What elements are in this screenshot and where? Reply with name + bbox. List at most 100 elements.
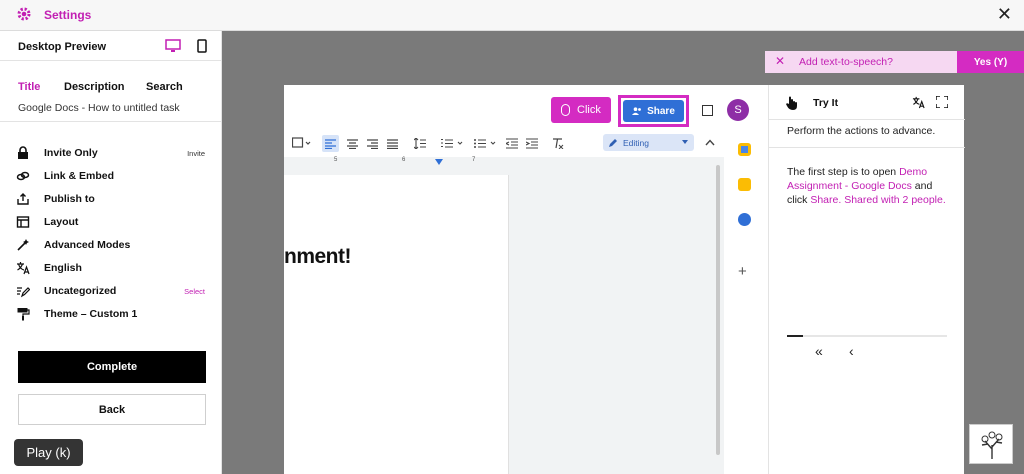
- menu-item-layout[interactable]: Layout: [0, 213, 222, 231]
- increase-indent-icon[interactable]: [526, 138, 538, 149]
- close-icon[interactable]: ✕: [997, 5, 1012, 23]
- editing-label: Editing: [623, 137, 649, 148]
- scrollbar[interactable]: [716, 165, 720, 455]
- tts-banner: ✕ Add text-to-speech? Yes (Y): [765, 51, 1024, 73]
- preview-mode-bar: Desktop Preview: [0, 31, 222, 61]
- layout-icon: [16, 216, 30, 228]
- divider: [0, 121, 222, 122]
- play-button[interactable]: Play (k): [14, 439, 83, 466]
- preview-frame: Click Share S Editing 5 6 7 nment! +: [284, 85, 768, 474]
- link-icon: [16, 171, 30, 181]
- menu-item-english[interactable]: English: [0, 259, 222, 277]
- tab-description[interactable]: Description: [64, 81, 125, 93]
- guide-step-text: The first step is to open Demo Assignmen…: [787, 165, 952, 207]
- menu-label: Advanced Modes: [44, 239, 131, 251]
- chevron-down-icon: [682, 140, 688, 144]
- chevron-up-icon[interactable]: [705, 139, 715, 146]
- line-spacing-icon[interactable]: [414, 138, 426, 149]
- docs-side-panel: +: [724, 131, 768, 474]
- justify-icon[interactable]: [387, 139, 398, 149]
- pencil-icon: [609, 139, 617, 147]
- tab-title[interactable]: Title: [18, 81, 40, 93]
- brand-logo: [969, 424, 1013, 464]
- translate-icon: [17, 262, 30, 275]
- menu-item-uncategorized[interactable]: Uncategorized Select: [0, 282, 222, 300]
- paint-roller-icon: [17, 308, 30, 321]
- editing-mode-select[interactable]: Editing: [603, 134, 694, 151]
- tts-question: Add text-to-speech?: [799, 56, 893, 68]
- align-right-icon[interactable]: [367, 139, 378, 149]
- tasks-icon[interactable]: [738, 213, 751, 226]
- document-heading: nment!: [284, 245, 352, 268]
- close-icon[interactable]: ✕: [775, 54, 785, 68]
- title-input[interactable]: Google Docs - How to untitled task: [18, 102, 208, 114]
- align-center-icon[interactable]: [347, 139, 358, 149]
- tab-search[interactable]: Search: [146, 81, 183, 93]
- share-button[interactable]: Share: [623, 100, 684, 122]
- ruler-mark: 5: [334, 157, 338, 163]
- mobile-icon[interactable]: [197, 39, 207, 53]
- square-icon[interactable]: [702, 105, 713, 116]
- menu-label: Link & Embed: [44, 170, 115, 182]
- tree-logo-icon: [981, 431, 1003, 459]
- settings-header: Settings ✕: [0, 0, 1024, 31]
- preview-mode-label: Desktop Preview: [18, 41, 107, 53]
- menu-item-invite-only[interactable]: Invite Only Invite: [0, 144, 222, 162]
- decrease-indent-icon[interactable]: [506, 138, 518, 149]
- align-left-icon[interactable]: [325, 139, 336, 149]
- tts-yes-button[interactable]: Yes (Y): [957, 51, 1024, 73]
- desktop-icon[interactable]: [165, 39, 181, 53]
- document-canvas: nment!: [284, 165, 724, 474]
- clear-formatting-icon[interactable]: [552, 138, 564, 149]
- menu-aux[interactable]: Invite: [187, 149, 205, 158]
- guide-instruction: Perform the actions to advance.: [787, 125, 936, 137]
- translate-icon[interactable]: [912, 96, 925, 109]
- menu-label: Publish to: [44, 193, 95, 205]
- menu-item-link-embed[interactable]: Link & Embed: [0, 167, 222, 185]
- numbered-list-icon[interactable]: [441, 138, 465, 149]
- bullet-list-icon[interactable]: [474, 138, 498, 149]
- menu-label: Theme – Custom 1: [44, 308, 138, 320]
- complete-button[interactable]: Complete: [18, 351, 206, 383]
- keep-icon[interactable]: [738, 178, 751, 191]
- step-link-share[interactable]: Share. Shared with 2 people.: [810, 194, 945, 206]
- docs-toolbar: Editing: [284, 131, 724, 157]
- click-label: Click: [577, 104, 601, 116]
- menu-label: Invite Only: [44, 147, 98, 159]
- step-text: The first step is to open: [787, 166, 900, 178]
- settings-panel: Desktop Preview Title Description Search…: [0, 31, 222, 474]
- settings-title: Settings: [44, 8, 92, 22]
- back-button[interactable]: Back: [18, 394, 206, 425]
- guide-header: Try It: [769, 85, 965, 120]
- menu-label: English: [44, 262, 82, 274]
- folder-edit-icon: [17, 287, 30, 298]
- menu-item-publish-to[interactable]: Publish to: [0, 190, 222, 208]
- menu-item-theme[interactable]: Theme – Custom 1: [0, 305, 222, 323]
- docs-header: Click Share S: [284, 85, 768, 131]
- docs-ruler: 5 6 7: [284, 157, 724, 165]
- lock-icon: [18, 146, 28, 159]
- fullscreen-icon[interactable]: [936, 96, 948, 108]
- people-icon: [632, 107, 641, 115]
- mouse-icon: [561, 104, 570, 116]
- menu-item-advanced-modes[interactable]: Advanced Modes: [0, 236, 222, 254]
- menu-label: Uncategorized: [44, 285, 117, 297]
- menu-label: Layout: [44, 216, 79, 228]
- menu-aux[interactable]: Select: [184, 287, 205, 296]
- gear-icon: [17, 7, 31, 21]
- share-up-icon: [17, 193, 29, 205]
- avatar[interactable]: S: [727, 99, 749, 121]
- share-highlight: Share: [618, 95, 689, 127]
- image-icon[interactable]: [292, 137, 312, 149]
- calendar-icon[interactable]: [738, 143, 751, 156]
- divider: [769, 147, 965, 148]
- ruler-mark: 6: [402, 157, 406, 163]
- guide-title: Try It: [813, 97, 839, 109]
- ruler-mark: 7: [472, 157, 476, 163]
- click-hotspot-button[interactable]: Click: [551, 97, 611, 123]
- add-icon[interactable]: +: [738, 263, 747, 280]
- hand-pointer-icon: [786, 96, 797, 110]
- wand-icon: [17, 239, 29, 251]
- document-page[interactable]: nment!: [284, 175, 509, 474]
- share-label: Share: [647, 105, 675, 117]
